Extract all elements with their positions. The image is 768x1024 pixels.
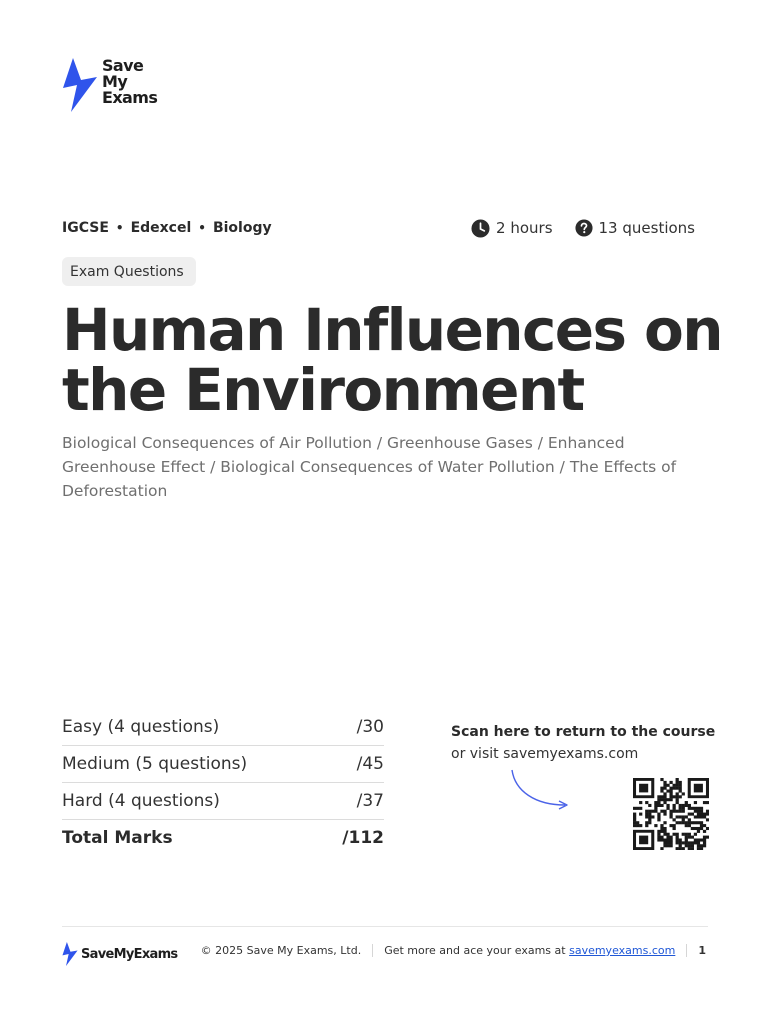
footer-divider	[62, 926, 708, 927]
breadcrumb-separator: •	[115, 221, 124, 235]
meta-row: IGCSE • Edexcel • Biology 2 hours 13 que…	[62, 218, 695, 238]
duration-text: 2 hours	[496, 219, 553, 237]
footer-info: © 2025 Save My Exams, Ltd. Get more and …	[201, 944, 706, 957]
curved-arrow-icon	[511, 769, 568, 810]
footer-separator	[372, 944, 374, 957]
marks-row-value: /30	[356, 717, 384, 737]
marks-row-label: Medium (5 questions)	[62, 754, 248, 774]
marks-row-label: Easy (4 questions)	[62, 717, 220, 737]
questions-text: 13 questions	[598, 219, 695, 237]
total-marks-label: Total Marks	[62, 828, 173, 848]
question-circle-icon	[574, 219, 593, 237]
exam-stats: 2 hours 13 questions	[471, 218, 695, 238]
marks-row: Easy (4 questions) /30	[62, 709, 384, 746]
marks-row-value: /37	[356, 791, 384, 811]
breadcrumb: IGCSE • Edexcel • Biology	[62, 220, 272, 236]
lightning-bolt-icon	[62, 942, 78, 966]
breadcrumb-subject: Biology	[212, 220, 272, 236]
exam-questions-tag: Exam Questions	[62, 257, 196, 286]
total-marks-value: /112	[342, 828, 384, 848]
footer-separator	[686, 944, 688, 957]
page-title: Human Influences on the Environment	[62, 296, 724, 424]
logo-wordmark: Save My Exams	[102, 58, 158, 107]
marks-table: Easy (4 questions) /30 Medium (5 questio…	[62, 709, 384, 856]
qr-code-icon[interactable]	[633, 778, 709, 850]
footer-logo-text: SaveMyExams	[81, 946, 178, 962]
breadcrumb-separator: •	[198, 221, 206, 235]
duration-stat: 2 hours	[471, 218, 553, 238]
marks-row: Medium (5 questions) /45	[62, 746, 384, 783]
marks-row: Hard (4 questions) /37	[62, 783, 384, 820]
logo-line: Exams	[102, 88, 158, 107]
breadcrumb-board: Edexcel	[130, 220, 192, 236]
topic-list: Biological Consequences of Air Pollution…	[62, 434, 677, 500]
footer-cta: Get more and ace your exams at savemyexa…	[384, 944, 675, 957]
marks-row-label: Hard (4 questions)	[62, 791, 220, 811]
questions-stat: 13 questions	[574, 219, 695, 237]
footer-link[interactable]: savemyexams.com	[569, 944, 675, 957]
total-marks-row: Total Marks /112	[62, 820, 384, 856]
breadcrumb-level: IGCSE	[62, 220, 109, 236]
scan-block: Scan here to return to the course or vis…	[451, 721, 731, 765]
copyright-text: © 2025 Save My Exams, Ltd.	[200, 944, 362, 957]
footer-cta-text: Get more and ace your exams at	[384, 944, 566, 957]
lightning-bolt-icon	[63, 58, 97, 112]
brand-logo[interactable]: Save My Exams	[62, 58, 158, 112]
scan-title: Scan here to return to the course	[451, 724, 716, 740]
scan-subtitle: or visit savemyexams.com	[451, 746, 639, 762]
page-number: 1	[698, 944, 706, 957]
marks-row-value: /45	[356, 754, 384, 774]
clock-icon	[471, 218, 490, 238]
footer-logo[interactable]: SaveMyExams	[62, 942, 178, 966]
